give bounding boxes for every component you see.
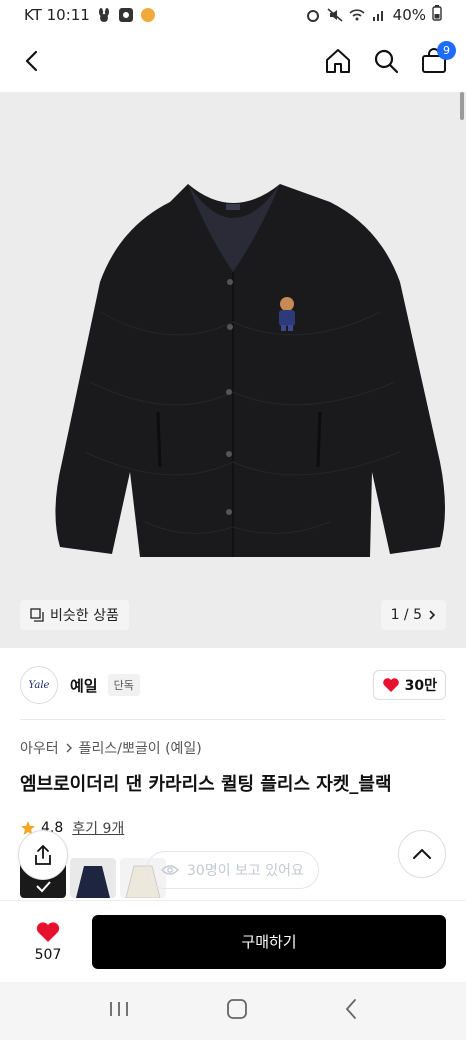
app-icon	[118, 8, 134, 22]
back-arrow-icon	[345, 999, 356, 1019]
wifi-icon	[349, 8, 365, 22]
notification-icon	[140, 8, 156, 22]
divider	[20, 719, 446, 720]
heart-icon	[36, 921, 60, 942]
share-button[interactable]	[18, 830, 68, 880]
battery-level: 40%	[392, 6, 426, 24]
buy-button[interactable]: 구매하기	[92, 914, 446, 969]
home-nav-button[interactable]	[226, 998, 248, 1024]
brand-row: Yale 예일 단독 30만	[0, 660, 466, 710]
similar-products-label: 비슷한 상품	[50, 608, 119, 624]
product-image-carousel[interactable]	[0, 92, 466, 648]
app-header: 9	[0, 30, 466, 92]
back-button[interactable]	[18, 47, 46, 75]
copy-icon	[30, 608, 44, 622]
brand-name[interactable]: 예일	[70, 675, 98, 696]
review-link[interactable]: 후기 9개	[72, 818, 124, 838]
color-option-navy[interactable]	[70, 858, 116, 898]
brand-like-button[interactable]: 30만	[372, 670, 446, 700]
product-title: 엠브로이더리 댄 카라리스 퀼팅 플리스 자켓_블랙	[20, 774, 392, 795]
viewers-pill: 30명이 보고 있어요	[146, 851, 319, 889]
page-indicator-text: 1 / 5	[390, 607, 422, 623]
similar-products-button[interactable]: 비슷한 상품	[20, 600, 129, 630]
purchase-bar: 507 구매하기	[0, 900, 466, 982]
heart-icon	[382, 678, 399, 692]
system-nav-bar	[0, 982, 466, 1040]
status-bar: KT 10:11 40%	[0, 0, 466, 30]
brand-logo[interactable]: Yale	[20, 666, 58, 704]
chevron-left-icon	[25, 50, 38, 72]
scrollbar-thumb[interactable]	[460, 92, 464, 120]
back-nav-button[interactable]	[344, 998, 358, 1024]
home-icon	[326, 49, 350, 73]
breadcrumb: 아우터 플리스/뽀글이 (예일)	[20, 738, 202, 758]
search-button[interactable]	[372, 47, 400, 75]
search-icon	[374, 49, 399, 74]
brand-logo-text: Yale	[28, 679, 50, 691]
cart-count-badge: 9	[437, 41, 456, 60]
rabbit-icon	[96, 8, 112, 22]
mute-icon	[327, 8, 343, 22]
share-icon	[35, 844, 51, 865]
wishlist-button[interactable]: 507	[20, 921, 76, 963]
breadcrumb-subcategory[interactable]: 플리스/뽀글이 (예일)	[79, 738, 202, 758]
recent-apps-button[interactable]	[108, 1000, 130, 1022]
chevron-up-icon	[413, 848, 431, 859]
chevron-right-icon	[429, 610, 436, 620]
carrier-time: KT 10:11	[24, 6, 90, 24]
viewers-text: 30명이 보고 있어요	[187, 863, 304, 879]
alarm-icon	[305, 8, 321, 22]
cart-button[interactable]: 9	[420, 41, 456, 75]
scroll-to-top-button[interactable]	[398, 830, 446, 878]
breadcrumb-category[interactable]: 아우터	[20, 738, 59, 758]
recent-apps-icon	[110, 1002, 128, 1016]
home-button[interactable]	[324, 47, 352, 75]
eye-icon	[161, 865, 179, 875]
jacket-image	[55, 184, 446, 557]
brand-like-count: 30만	[404, 678, 437, 694]
navy-jacket-thumb	[76, 866, 110, 898]
wishlist-count: 507	[34, 946, 62, 963]
signal-icon	[371, 8, 387, 22]
chevron-right-icon	[66, 743, 72, 753]
exclusive-tag: 단독	[107, 674, 140, 696]
battery-icon	[432, 5, 442, 25]
home-square-icon	[227, 999, 247, 1019]
image-page-indicator[interactable]: 1 / 5	[380, 600, 446, 630]
